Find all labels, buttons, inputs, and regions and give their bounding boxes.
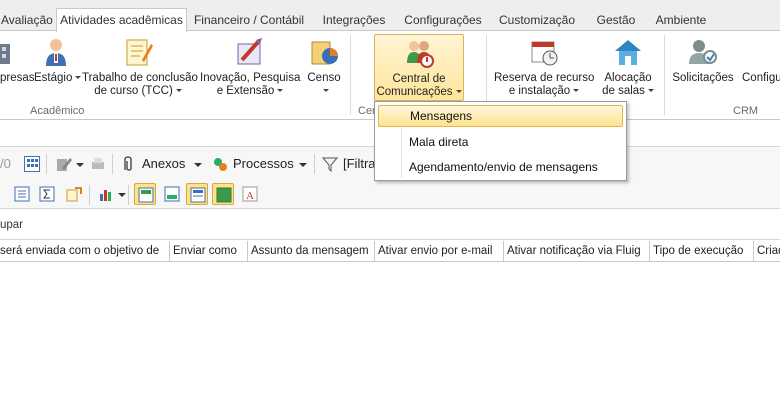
column-header[interactable]: Ativar envio por e-mail	[375, 241, 504, 262]
solicitacoes-button[interactable]: Solicitações	[672, 34, 734, 102]
room-allocation-icon	[612, 36, 644, 68]
empresas-button[interactable]: presas	[0, 34, 35, 102]
solicitacoes-label: Solicitações	[672, 72, 734, 84]
toggle-filter-row-button[interactable]	[212, 183, 234, 205]
anexos-dropdown-icon[interactable]	[194, 163, 202, 167]
tcc-label-line2: de curso (TCC)	[94, 85, 173, 97]
alocacao-label-line1: Alocação	[604, 72, 652, 84]
intern-icon	[40, 36, 72, 68]
toggle-group-panel-button[interactable]	[186, 183, 208, 205]
tab-gestao[interactable]: Gestão	[591, 9, 641, 31]
companies-icon	[0, 36, 22, 68]
alocacao-salas-button[interactable]: Alocação de salas	[600, 34, 656, 102]
ribbon-tab-bar: Avaliação Atividades acadêmicas Financei…	[0, 0, 780, 32]
toolbar-separator	[89, 185, 90, 205]
group-label-crm: CRM	[733, 105, 759, 117]
inovacao-label-line1: Inovação, Pesquisa	[200, 72, 301, 84]
toolbar-separator	[128, 185, 129, 205]
grid-header: será enviada com o objetivo de Enviar co…	[0, 241, 780, 262]
toolbar-secondary	[0, 181, 780, 209]
censo-dropdown-icon	[322, 89, 329, 93]
edit-icon[interactable]	[56, 156, 72, 172]
tab-financeiro-contabil[interactable]: Financeiro / Contábil	[193, 9, 305, 31]
reserva-label-line1: Reserva de recurso	[494, 72, 595, 84]
estagio-dropdown-icon	[75, 76, 82, 80]
reserva-recurso-button[interactable]: Reserva de recurso e instalação	[494, 34, 594, 102]
census-icon	[308, 36, 340, 68]
toolbar-separator	[46, 154, 47, 174]
communication-center-icon	[403, 37, 435, 69]
layout-icon[interactable]	[164, 186, 180, 202]
censo-label: Censo	[307, 72, 341, 84]
tab-atividades-academicas[interactable]: Atividades acadêmicas	[56, 8, 187, 32]
inovacao-dropdown-icon	[277, 89, 284, 93]
requests-icon	[687, 36, 719, 68]
group-label-academico: Acadêmico	[30, 105, 85, 117]
menu-item-agendamento[interactable]: Agendamento/envio de mensagens	[378, 156, 623, 178]
export-icon[interactable]	[66, 186, 82, 202]
tab-avaliacao[interactable]: Avaliação	[0, 9, 53, 31]
edit-dropdown-icon[interactable]	[76, 163, 84, 167]
group-by-hint: upar	[0, 219, 24, 231]
svg-text:A: A	[246, 190, 254, 202]
toolbar-separator	[314, 154, 315, 174]
estagio-label: Estágio	[34, 72, 73, 84]
column-header[interactable]: será enviada com o objetivo de	[0, 241, 170, 262]
research-icon	[234, 36, 266, 68]
grid-view-icon[interactable]	[24, 156, 40, 172]
tcc-dropdown-icon	[175, 89, 182, 93]
paperclip-icon	[120, 156, 136, 172]
record-count: /0	[0, 156, 11, 171]
toggle-preview-button[interactable]	[134, 183, 156, 205]
chart-dropdown-icon[interactable]	[118, 193, 126, 197]
grid-body[interactable]	[0, 262, 780, 410]
filtro-button[interactable]: [Filtra	[343, 156, 376, 171]
alocacao-label-line2: de salas	[602, 85, 645, 97]
estagio-button[interactable]: Estágio	[34, 34, 82, 102]
tcc-label-line1: Trabalho de conclusão	[82, 72, 198, 84]
central-dropdown-icon	[455, 90, 462, 94]
menu-item-mala-direta[interactable]: Mala direta	[378, 131, 623, 153]
sum-icon[interactable]	[39, 186, 55, 202]
configuracoes-button[interactable]: Configu	[740, 34, 780, 102]
tab-customizacao[interactable]: Customização	[497, 9, 577, 31]
tab-integracoes[interactable]: Integrações	[317, 9, 391, 31]
process-gears-icon	[212, 156, 228, 172]
reserva-dropdown-icon	[573, 89, 580, 93]
central-comunicacoes-menu: Mensagens Mala direta Agendamento/envio …	[374, 101, 627, 181]
reserva-label-line2: e instalação	[508, 85, 571, 97]
column-header[interactable]: Assunto da mensagem	[248, 241, 375, 262]
column-header[interactable]: Enviar como	[170, 241, 248, 262]
column-header[interactable]: Ativar notificação via Fluig	[504, 241, 650, 262]
alocacao-dropdown-icon	[647, 89, 654, 93]
processos-button[interactable]: Processos	[233, 156, 294, 171]
inovacao-label-line2: e Extensão	[216, 85, 275, 97]
resource-reservation-icon	[528, 36, 560, 68]
group-by-panel[interactable]: upar	[0, 210, 780, 240]
processos-dropdown-icon[interactable]	[299, 163, 307, 167]
configuracoes-label: Configu	[742, 72, 780, 84]
central-label-line1: Central de	[392, 73, 446, 85]
tab-configuracoes[interactable]: Configurações	[402, 9, 484, 31]
column-header[interactable]: Tipo de execução	[650, 241, 754, 262]
anexos-button[interactable]: Anexos	[142, 156, 185, 171]
filter-icon	[321, 156, 339, 173]
menu-item-mensagens[interactable]: Mensagens	[378, 105, 623, 127]
tab-ambiente[interactable]: Ambiente	[652, 9, 710, 31]
toolbar-separator	[112, 154, 113, 174]
column-header[interactable]: Criad	[754, 241, 780, 262]
inovacao-button[interactable]: Inovação, Pesquisa e Extensão	[200, 34, 300, 102]
group-separator	[664, 35, 665, 115]
chart-icon[interactable]	[98, 186, 114, 202]
list-view-icon[interactable]	[14, 186, 30, 202]
empresas-label: presas	[0, 72, 35, 84]
group-separator	[350, 35, 351, 115]
censo-button[interactable]: Censo	[304, 34, 344, 102]
print-icon[interactable]	[90, 156, 106, 172]
tcc-button[interactable]: Trabalho de conclusão de curso (TCC)	[82, 34, 198, 102]
central-comunicacoes-button[interactable]: Central de Comunicações	[374, 34, 464, 101]
font-icon[interactable]: A	[242, 186, 258, 202]
central-label-line2: Comunicações	[376, 86, 453, 98]
thesis-icon	[122, 36, 154, 68]
